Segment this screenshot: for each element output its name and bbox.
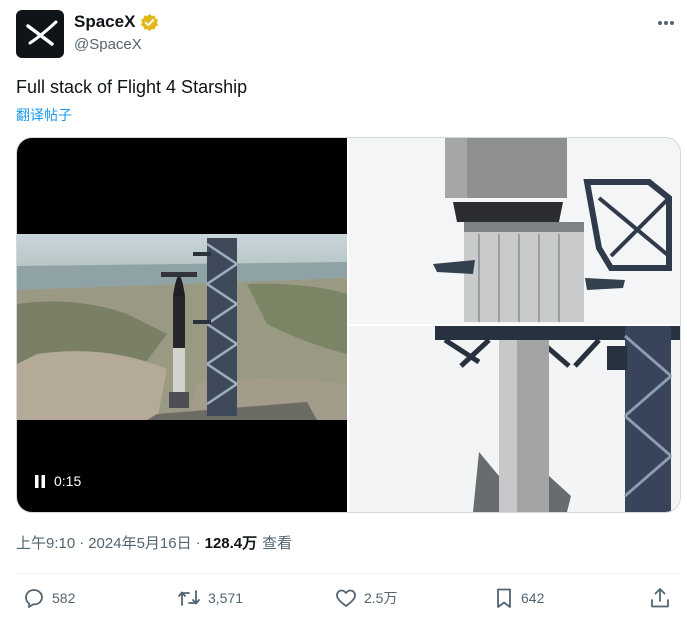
bookmark-button[interactable]: 642 <box>493 586 544 610</box>
like-button[interactable]: 2.5万 <box>334 586 397 610</box>
more-dots-icon <box>658 21 674 25</box>
divider <box>16 573 679 574</box>
meta-separator: · <box>195 534 201 551</box>
share-icon <box>651 588 669 608</box>
media-grid: 0:15 <box>16 137 681 513</box>
like-count: 2.5万 <box>364 590 398 606</box>
video-player[interactable]: 0:15 <box>17 138 347 512</box>
tweet-time[interactable]: 上午9:10 <box>16 532 75 553</box>
retweet-icon <box>178 590 200 606</box>
starship-launch-tower-video-frame <box>17 234 347 420</box>
tweet-date[interactable]: 2024年5月16日 <box>88 532 191 553</box>
action-bar: 582 3,571 2.5万 642 <box>0 586 687 616</box>
verified-badge-icon <box>141 13 159 31</box>
display-name[interactable]: SpaceX <box>74 12 135 32</box>
share-button[interactable] <box>648 586 672 610</box>
starship-ship-closeup-photo[interactable] <box>349 138 680 324</box>
bookmark-icon <box>497 588 511 608</box>
tweet-text: Full stack of Flight 4 Starship <box>16 77 248 97</box>
reply-count: 582 <box>52 590 76 606</box>
display-name-row[interactable]: SpaceX <box>74 12 159 32</box>
view-count-label: 查看 <box>262 535 293 552</box>
more-options-button[interactable] <box>651 14 681 32</box>
booster-tower-closeup-photo[interactable] <box>349 326 680 512</box>
view-count: 128.4万 <box>204 535 258 552</box>
account-handle[interactable]: @SpaceX <box>74 36 142 53</box>
avatar[interactable] <box>16 10 64 58</box>
bookmark-count: 642 <box>521 590 545 606</box>
retweet-count: 3,571 <box>208 590 244 606</box>
pause-icon <box>35 474 45 488</box>
video-timestamp: 0:15 <box>54 473 82 489</box>
reply-icon <box>25 589 43 608</box>
meta-separator: · <box>79 534 85 551</box>
heart-icon <box>336 589 356 607</box>
reply-button[interactable]: 582 <box>22 586 75 610</box>
spacex-x-logo-icon <box>26 20 58 46</box>
retweet-button[interactable]: 3,571 <box>176 586 243 610</box>
video-playback-status[interactable]: 0:15 <box>35 473 81 489</box>
translate-post-link[interactable]: 翻译帖子 <box>16 105 72 125</box>
tweet-meta: 上午9:10 · 2024年5月16日 · 128.4万 查看 <box>16 532 292 553</box>
